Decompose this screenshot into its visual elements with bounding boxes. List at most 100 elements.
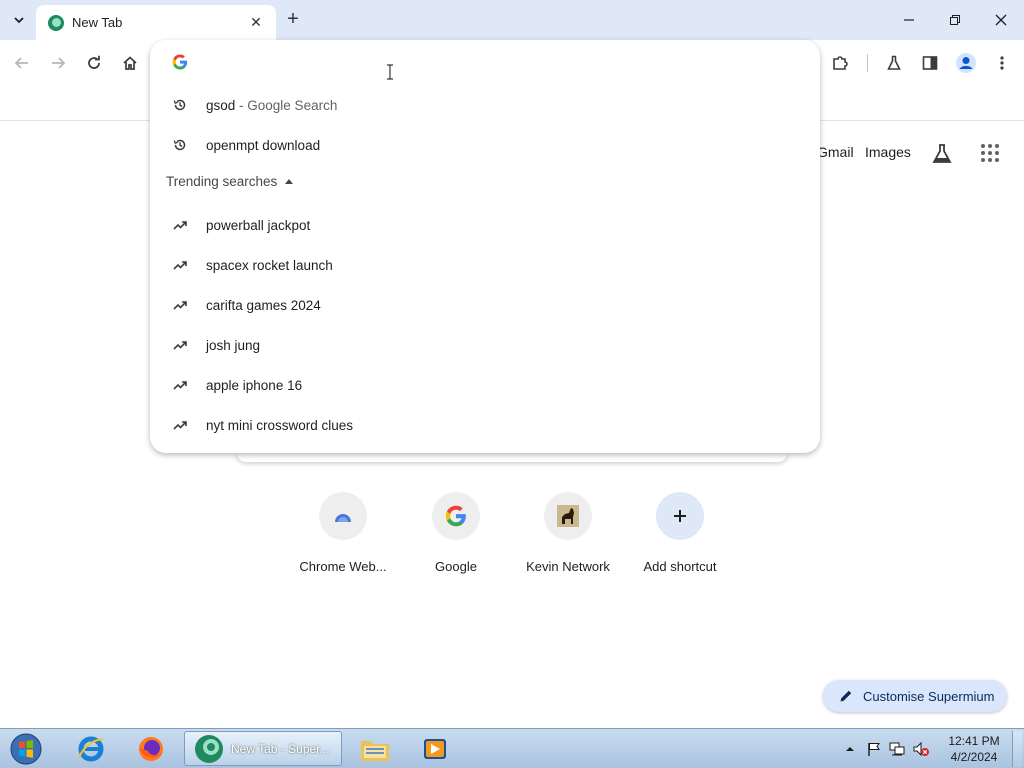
taskbar-clock[interactable]: 12:41 PM 4/2/2024 bbox=[944, 733, 1004, 765]
reload-icon bbox=[88, 55, 100, 69]
trending-icon bbox=[172, 297, 188, 313]
taskbar-internet-explorer[interactable] bbox=[70, 731, 112, 766]
tab-new-tab[interactable]: New Tab ✕ bbox=[36, 5, 276, 40]
clock-time: 12:41 PM bbox=[948, 734, 1000, 748]
shortcut-kevin-network[interactable]: Kevin Network bbox=[513, 492, 623, 582]
suggestion-trending-3[interactable]: carifta games 2024 bbox=[150, 285, 820, 325]
menu-button[interactable] bbox=[990, 51, 1014, 75]
images-link[interactable]: Images bbox=[865, 144, 911, 160]
text-cursor-icon bbox=[387, 64, 393, 80]
omnibox-input-row[interactable] bbox=[150, 40, 820, 84]
system-tray bbox=[844, 729, 930, 768]
flask-icon bbox=[887, 55, 901, 70]
show-hidden-icons-icon[interactable] bbox=[844, 743, 856, 755]
taskbar-active-label: New Tab - Super... bbox=[231, 741, 330, 756]
suggestion-history-2[interactable]: openmpt download bbox=[150, 125, 820, 165]
trending-icon bbox=[172, 217, 188, 233]
shortcut-label: Kevin Network bbox=[526, 559, 610, 574]
close-icon bbox=[995, 14, 1007, 26]
reload-button[interactable] bbox=[82, 51, 106, 75]
suggestion-text: gsod - Google Search bbox=[206, 97, 338, 113]
google-icon bbox=[432, 492, 480, 540]
tab-strip: New Tab ✕ + bbox=[0, 0, 1024, 40]
shortcut-label: Google bbox=[435, 559, 477, 574]
suggestion-trending-6[interactable]: nyt mini crossword clues bbox=[150, 405, 820, 445]
arrow-right-icon bbox=[52, 57, 66, 69]
suggestion-trending-1[interactable]: powerball jackpot bbox=[150, 205, 820, 245]
suggestion-text: carifta games 2024 bbox=[206, 297, 321, 313]
suggestion-text: josh jung bbox=[206, 337, 261, 353]
chevron-down-icon bbox=[14, 17, 24, 24]
tab-search-button[interactable] bbox=[6, 7, 32, 33]
google-g-icon bbox=[172, 54, 188, 70]
home-icon bbox=[123, 56, 137, 70]
start-button[interactable] bbox=[6, 732, 46, 766]
shortcut-label: Chrome Web... bbox=[299, 559, 387, 574]
labs-link[interactable] bbox=[930, 142, 954, 166]
suggestion-history-1[interactable]: gsod - Google Search bbox=[150, 85, 820, 125]
customise-label: Customise Supermium bbox=[863, 688, 995, 704]
flask-icon bbox=[932, 144, 952, 163]
omnibox-input[interactable] bbox=[206, 50, 786, 74]
tab-title: New Tab bbox=[72, 15, 123, 30]
action-center-flag-icon[interactable] bbox=[866, 741, 882, 757]
back-button[interactable] bbox=[10, 51, 34, 75]
restore-icon bbox=[950, 15, 960, 25]
profile-button[interactable] bbox=[954, 51, 978, 75]
extensions-button[interactable] bbox=[828, 51, 852, 75]
shortcut-add[interactable]: Add shortcut bbox=[625, 492, 735, 582]
suggestion-text: openmpt download bbox=[206, 137, 321, 153]
window-close-button[interactable] bbox=[986, 6, 1016, 34]
taskbar-firefox[interactable] bbox=[130, 731, 172, 766]
internet-explorer-icon bbox=[78, 736, 104, 761]
trending-icon bbox=[172, 377, 188, 393]
labs-button[interactable] bbox=[882, 51, 906, 75]
trending-icon bbox=[172, 417, 188, 433]
shortcut-label: Add shortcut bbox=[643, 559, 717, 574]
suggestion-trending-5[interactable]: apple iphone 16 bbox=[150, 365, 820, 405]
tab-close-button[interactable]: ✕ bbox=[246, 13, 266, 33]
customise-button[interactable]: Customise Supermium bbox=[823, 680, 1007, 712]
ntp-search-box-edge bbox=[236, 452, 788, 462]
arrow-left-icon bbox=[14, 57, 28, 69]
apps-button[interactable] bbox=[980, 143, 1000, 163]
omnibox-dropdown: gsod - Google Search openmpt download Tr… bbox=[150, 40, 820, 453]
volume-muted-icon[interactable] bbox=[912, 741, 930, 757]
trending-icon bbox=[172, 337, 188, 353]
horse-icon bbox=[544, 492, 592, 540]
shortcut-chrome-web-store[interactable]: Chrome Web... bbox=[288, 492, 398, 582]
history-icon bbox=[172, 137, 188, 153]
taskbar-supermium-active[interactable]: New Tab - Super... bbox=[184, 731, 342, 766]
trending-icon bbox=[172, 257, 188, 273]
pencil-icon bbox=[840, 690, 852, 702]
folder-icon bbox=[361, 740, 389, 761]
gmail-link[interactable]: Gmail bbox=[817, 144, 854, 160]
forward-button[interactable] bbox=[46, 51, 70, 75]
taskbar: New Tab - Super... 12:41 PM 4/2/2024 bbox=[0, 728, 1024, 768]
avatar-icon bbox=[956, 53, 976, 73]
taskbar-file-explorer[interactable] bbox=[354, 731, 396, 766]
minimize-icon bbox=[904, 19, 914, 21]
side-panel-button[interactable] bbox=[918, 51, 942, 75]
windows-logo-icon bbox=[10, 733, 42, 765]
side-panel-icon bbox=[922, 56, 938, 70]
puzzle-icon bbox=[833, 56, 848, 70]
trending-header-label: Trending searches bbox=[166, 174, 278, 189]
apps-grid-icon bbox=[981, 144, 999, 162]
suggestion-trending-2[interactable]: spacex rocket launch bbox=[150, 245, 820, 285]
show-desktop-button[interactable] bbox=[1012, 731, 1022, 767]
trending-searches-header[interactable]: Trending searches bbox=[166, 174, 294, 189]
new-tab-button[interactable]: + bbox=[282, 8, 304, 30]
home-button[interactable] bbox=[118, 51, 142, 75]
network-icon[interactable] bbox=[888, 741, 906, 757]
shortcut-google[interactable]: Google bbox=[401, 492, 511, 582]
suggestion-text: nyt mini crossword clues bbox=[206, 417, 354, 433]
firefox-icon bbox=[139, 736, 163, 761]
suggestion-text: apple iphone 16 bbox=[206, 377, 303, 393]
media-player-icon bbox=[424, 738, 446, 759]
suggestion-trending-4[interactable]: josh jung bbox=[150, 325, 820, 365]
restore-button[interactable] bbox=[940, 6, 970, 34]
minimize-button[interactable] bbox=[894, 6, 924, 34]
taskbar-media-player[interactable] bbox=[414, 731, 456, 766]
collapse-triangle-icon bbox=[285, 179, 294, 184]
